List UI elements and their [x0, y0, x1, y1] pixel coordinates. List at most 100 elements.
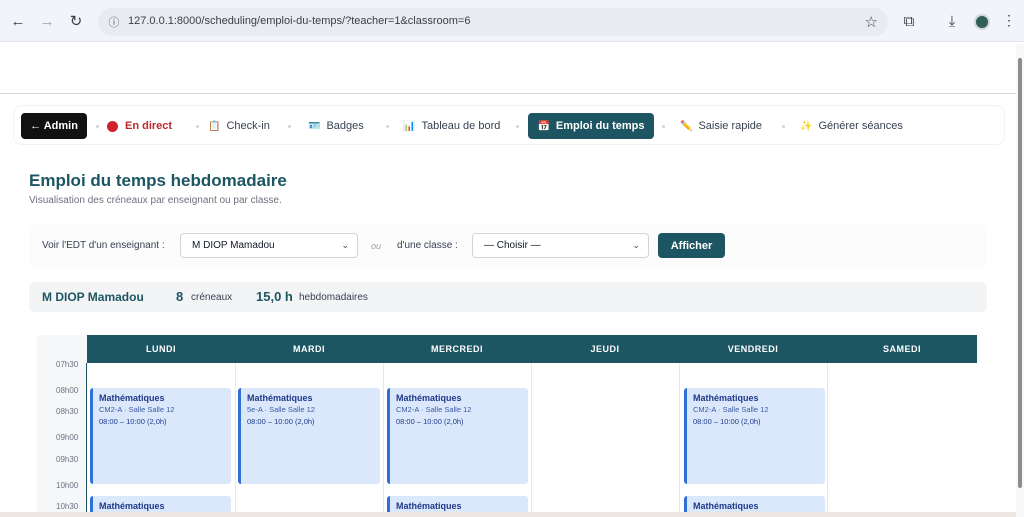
bar-chart-icon: 📊 [403, 120, 416, 132]
nav-generate[interactable]: ✨ Générer séances [800, 113, 903, 139]
event-title: Mathématiques [396, 393, 462, 403]
time-label: 10h00 [56, 481, 79, 490]
main-nav: ← Admin En direct 📋 Check-in 🪪 Badges 📊 … [14, 106, 1004, 144]
nav-badges[interactable]: 🪪 Badges [308, 113, 364, 139]
sparkles-icon: ✨ [800, 120, 813, 132]
teacher-select[interactable]: M DIOP Mamadou ⌄ [180, 233, 358, 258]
timetable-event[interactable]: Mathématiques CM2-A · Salle Salle 12 08:… [387, 388, 528, 484]
nav-dashboard[interactable]: 📊 Tableau de bord [403, 113, 500, 139]
or-separator: ou [371, 241, 382, 251]
forward-icon[interactable]: → [37, 11, 57, 31]
download-icon[interactable]: ⤓ [942, 11, 962, 31]
time-column: 07h30 08h00 08h30 09h00 09h30 10h00 10h3… [37, 335, 87, 517]
teacher-select-value: M DIOP Mamadou [192, 240, 275, 251]
nav-separator [96, 125, 99, 128]
day-header-monday: LUNDI [146, 344, 176, 354]
show-button[interactable]: Afficher [658, 233, 725, 258]
nav-separator [662, 125, 665, 128]
event-title: Mathématiques [396, 501, 462, 511]
nav-timetable[interactable]: 📅 Emploi du temps [528, 113, 654, 139]
time-label: 08h30 [56, 407, 79, 416]
event-time: 08:00 – 10:00 (2,0h) [247, 417, 315, 426]
event-class-room: CM2-A · Salle Salle 12 [99, 405, 175, 414]
pencil-icon: ✏️ [680, 120, 693, 132]
column-divider [531, 363, 532, 517]
reload-icon[interactable]: ↻ [66, 11, 86, 31]
nav-separator [386, 125, 389, 128]
event-class-room: CM2-A · Salle Salle 12 [693, 405, 769, 414]
nav-live-label: En direct [125, 120, 173, 132]
event-class-room: 5e-A · Salle Salle 12 [247, 405, 315, 414]
profile-avatar[interactable] [974, 14, 990, 30]
column-divider [383, 363, 384, 517]
event-time: 08:00 – 10:00 (2,0h) [99, 417, 167, 426]
nav-separator [196, 125, 199, 128]
nav-badges-label: Badges [326, 120, 364, 132]
nav-separator [516, 125, 519, 128]
nav-generate-label: Générer séances [818, 120, 903, 132]
nav-live[interactable]: En direct [107, 113, 172, 139]
column-divider [827, 363, 828, 517]
event-title: Mathématiques [693, 393, 759, 403]
timetable-grid: 07h30 08h00 08h30 09h00 09h30 10h00 10h3… [37, 335, 977, 517]
scrollbar-thumb[interactable] [1018, 58, 1022, 488]
summary-slots-label: créneaux [191, 292, 233, 303]
summary-teacher-name: M DIOP Mamadou [42, 290, 144, 304]
address-bar[interactable]: ⓘ 127.0.0.1:8000/scheduling/emploi-du-te… [98, 8, 888, 36]
bottom-edge [0, 512, 1016, 517]
day-header-friday: VENDREDI [727, 344, 779, 354]
summary-slots-count: 8 [176, 289, 184, 304]
summary-bar [29, 282, 987, 312]
timetable-event[interactable]: Mathématiques CM2-A · Salle Salle 12 08:… [684, 388, 825, 484]
extensions-icon[interactable]: ⧉ [899, 11, 919, 31]
event-title: Mathématiques [99, 393, 165, 403]
day-header-tuesday: MARDI [293, 344, 325, 354]
nav-quick-entry[interactable]: ✏️ Saisie rapide [680, 113, 762, 139]
nav-dashboard-label: Tableau de bord [421, 120, 501, 132]
clipboard-icon: 📋 [208, 120, 221, 132]
time-label: 08h00 [56, 386, 79, 395]
chevron-down-icon: ⌄ [341, 240, 349, 250]
id-card-icon: 🪪 [308, 120, 321, 132]
day-header-wednesday: MERCREDI [430, 344, 483, 354]
nav-checkin[interactable]: 📋 Check-in [208, 113, 270, 139]
timetable-event[interactable]: Mathématiques CM2-A · Salle Salle 12 08:… [90, 388, 231, 484]
event-title: Mathématiques [99, 501, 165, 511]
event-title: Mathématiques [693, 501, 759, 511]
bookmark-star-icon[interactable]: ☆ [865, 13, 878, 31]
calendar-icon: 📅 [537, 120, 550, 132]
time-label: 09h30 [56, 455, 79, 464]
back-icon[interactable]: ← [8, 11, 28, 31]
summary-hours: 15,0 h [256, 289, 293, 304]
browser-toolbar: ← → ↻ ⓘ 127.0.0.1:8000/scheduling/emploi… [0, 0, 1024, 42]
timetable-event[interactable]: Mathématiques 5e-A · Salle Salle 12 08:0… [238, 388, 380, 484]
class-filter-label: d'une classe : [397, 240, 458, 251]
event-time: 08:00 – 10:00 (2,0h) [396, 417, 464, 426]
nav-separator [782, 125, 785, 128]
class-select-value: — Choisir — [484, 240, 541, 251]
page-title: Emploi du temps hebdomadaire [29, 171, 287, 190]
time-label: 09h00 [56, 433, 79, 442]
nav-quick-entry-label: Saisie rapide [698, 120, 763, 132]
column-divider [679, 363, 680, 517]
admin-button[interactable]: ← Admin [21, 113, 87, 139]
time-label: 07h30 [56, 360, 79, 369]
column-divider [235, 363, 236, 517]
page-subtitle: Visualisation des créneaux par enseignan… [29, 195, 282, 206]
live-dot-icon [107, 120, 118, 132]
event-class-room: CM2-A · Salle Salle 12 [396, 405, 472, 414]
class-select[interactable]: — Choisir — ⌄ [472, 233, 649, 258]
nav-separator [288, 125, 291, 128]
day-header-thursday: JEUDI [590, 344, 620, 354]
summary-hours-label: hebdomadaires [299, 292, 368, 303]
url-text[interactable]: 127.0.0.1:8000/scheduling/emploi-du-temp… [128, 15, 470, 27]
page-scrollbar[interactable] [1016, 44, 1024, 517]
event-time: 08:00 – 10:00 (2,0h) [693, 417, 761, 426]
browser-menu-icon[interactable]: ⋮ [1002, 12, 1016, 29]
days-header: LUNDI MARDI MERCREDI JEUDI VENDREDI SAME… [87, 335, 977, 363]
site-info-icon[interactable]: ⓘ [106, 14, 122, 30]
day-header-saturday: SAMEDI [882, 344, 921, 354]
column-divider [86, 363, 87, 517]
chevron-down-icon: ⌄ [632, 240, 640, 250]
teacher-filter-label: Voir l'EDT d'un enseignant : [42, 240, 165, 251]
